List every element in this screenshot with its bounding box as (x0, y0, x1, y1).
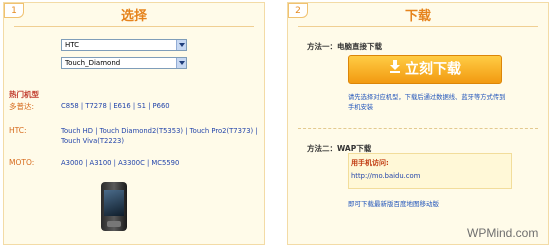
row-links-moto[interactable]: A3000 | A3100 | A3300C | MC5590 (61, 158, 261, 168)
watermark: WPMind.com (467, 226, 539, 240)
hot-models-title: 热门机型 (9, 90, 39, 99)
row-links-dopod[interactable]: C858 | T7278 | E616 | S1 | P660 (61, 101, 261, 111)
title-divider (298, 26, 538, 27)
phone-buttons (107, 221, 121, 227)
download-panel: 2 下载 方法一：电脑直接下载 立刻下载 请先选择对应机型，下载后通过数据线、蓝… (287, 2, 549, 245)
download-button-label: 立刻下载 (405, 61, 461, 78)
row-links-htc[interactable]: Touch HD | Touch Diamond2(T5353) | Touch… (61, 126, 261, 146)
row-label-htc: HTC: (9, 126, 27, 135)
brand-select[interactable]: HTC (61, 39, 187, 51)
select-panel: 1 选择 HTC Touch_Diamond 热门机型 多普达: C858 | … (3, 2, 265, 245)
brand-select-value: HTC (65, 41, 80, 49)
model-links[interactable]: Touch HD | Touch Diamond2(T5353) | Touch… (61, 127, 258, 145)
title-divider (14, 26, 254, 27)
wap-note: 即可下载最新版百度地图移动版 (348, 200, 439, 208)
method1-label: 方法一：电脑直接下载 (307, 42, 382, 51)
download-note: 请先选择对应机型，下载后通过数据线、蓝牙等方式传到手机安装 (348, 94, 506, 111)
row-label-dopod: 多普达: (9, 102, 35, 111)
dropdown-arrow-icon[interactable] (176, 40, 186, 50)
wap-label: 用手机访问: (351, 159, 389, 167)
wap-url-link[interactable]: http://mo.baidu.com (351, 172, 509, 180)
phone-image (101, 182, 127, 231)
select-panel-title: 选择 (120, 9, 147, 24)
model-select-value: Touch_Diamond (65, 59, 121, 67)
wap-box: 用手机访问: http://mo.baidu.com (348, 153, 512, 189)
phone-screen (104, 190, 124, 216)
row-label-moto: MOTO: (9, 158, 35, 167)
download-arrow-icon (389, 56, 401, 83)
model-select[interactable]: Touch_Diamond (61, 57, 187, 69)
download-now-button[interactable]: 立刻下载 (348, 55, 502, 84)
model-links[interactable]: C858 | T7278 | E616 | S1 | P660 (61, 102, 170, 110)
model-links[interactable]: A3000 | A3100 | A3300C | MC5590 (61, 159, 179, 167)
download-panel-title: 下载 (404, 9, 431, 24)
dropdown-arrow-icon[interactable] (176, 58, 186, 68)
dashed-divider (298, 128, 538, 129)
